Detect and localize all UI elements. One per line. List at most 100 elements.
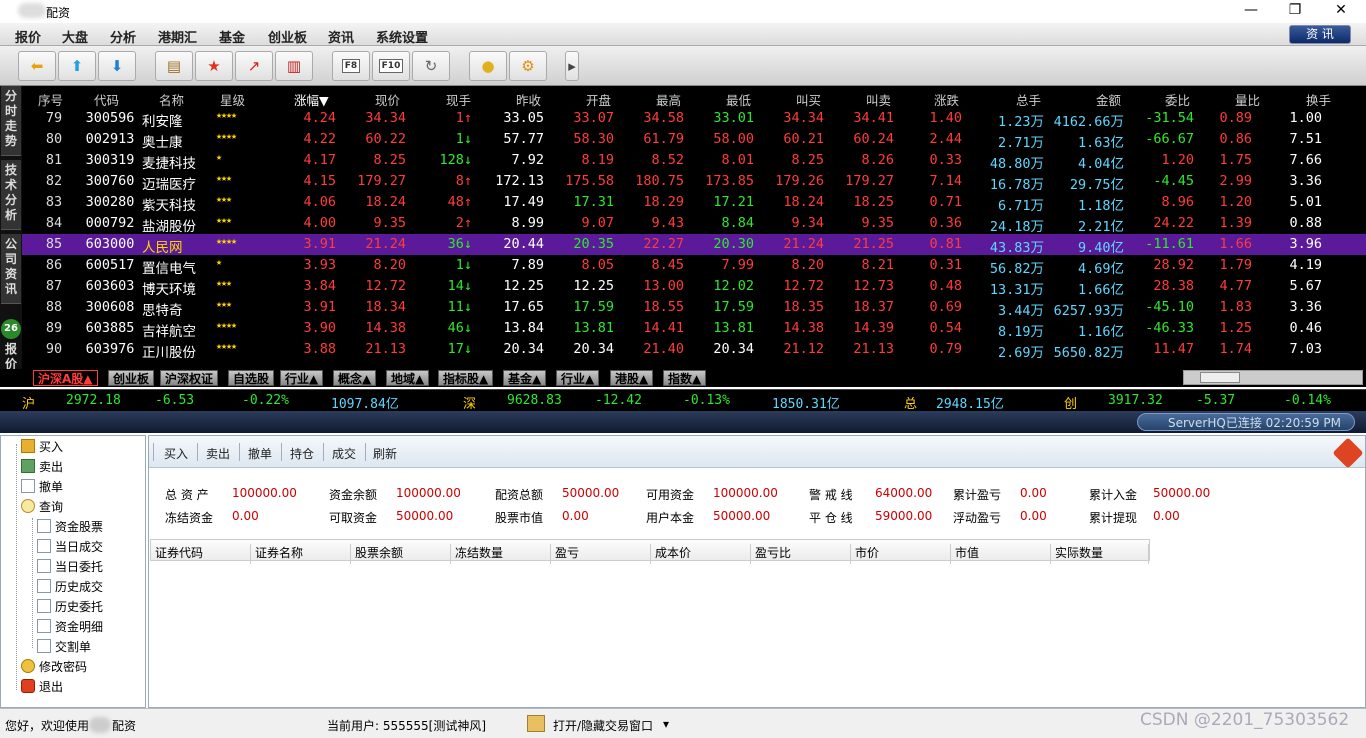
quote-row[interactable]: 90 603976 正川股份 ★★★★ 3.88 21.13 17↓ 20.34 20.34 21… bbox=[22, 339, 1366, 361]
toolbar-more-button[interactable]: ▸ bbox=[565, 51, 579, 81]
col-header[interactable]: 总手 bbox=[1016, 90, 1041, 109]
grid-col-header[interactable]: 股票余额 bbox=[351, 544, 451, 564]
grid-col-header[interactable]: 市值 bbox=[951, 544, 1051, 564]
col-header[interactable]: 叫卖 bbox=[866, 90, 891, 109]
scrollbar-thumb[interactable] bbox=[1200, 372, 1240, 383]
star-icon[interactable]: ★ bbox=[195, 51, 233, 81]
trend-chart-icon[interactable]: ↗ bbox=[235, 51, 273, 81]
market-tab[interactable]: 创业板 bbox=[108, 370, 155, 386]
tree-item[interactable]: 历史成交 bbox=[37, 578, 103, 597]
col-header[interactable]: 量比 bbox=[1235, 90, 1260, 109]
col-header[interactable]: 叫买 bbox=[796, 90, 821, 109]
arrow-left-icon[interactable]: ⬅ bbox=[18, 51, 56, 81]
grid-col-header[interactable]: 市价 bbox=[851, 544, 951, 564]
col-header[interactable]: 序号 bbox=[38, 90, 63, 109]
tree-item[interactable]: 交割单 bbox=[37, 638, 91, 657]
quote-row[interactable]: 84 000792 盐湖股份 ★★★ 4.00 9.35 2↑ 8.99 9.07 9.43 8.8… bbox=[22, 213, 1366, 235]
col-header[interactable]: 开盘 bbox=[586, 90, 611, 109]
market-tab[interactable]: 行业▲ bbox=[280, 370, 324, 386]
tree-item[interactable]: 退出 bbox=[21, 678, 63, 697]
f10-button[interactable]: F10 bbox=[372, 51, 410, 81]
market-tab[interactable]: 沪深权证 bbox=[160, 370, 219, 386]
tree-item[interactable]: 撤单 bbox=[21, 478, 63, 497]
notepad-icon[interactable]: ▤ bbox=[155, 51, 193, 81]
col-header[interactable]: 现手 bbox=[446, 90, 471, 109]
settings-icon[interactable]: ⚙ bbox=[509, 51, 547, 81]
grid-col-header[interactable]: 证券代码 bbox=[151, 544, 251, 564]
menu-hk-futures-fx[interactable]: 港期汇 bbox=[158, 27, 197, 46]
grid-col-header[interactable]: 实际数量 bbox=[1051, 544, 1149, 564]
side-nav-company-info[interactable]: 公司资讯 bbox=[1, 234, 21, 304]
market-tab[interactable]: 指数▲ bbox=[663, 370, 707, 386]
coin-icon[interactable]: ● bbox=[469, 51, 507, 81]
grid-col-header[interactable]: 盈亏比 bbox=[751, 544, 851, 564]
trade-position-button[interactable]: 持仓 bbox=[290, 445, 314, 462]
quote-row[interactable]: 87 603603 博天环境 ★★★ 3.84 12.72 14↓ 12.25 12.25 13.… bbox=[22, 276, 1366, 298]
quote-row[interactable]: 81 300319 麦捷科技 ★ 4.17 8.25 128↓ 7.92 8.19 8.52 8.0… bbox=[22, 150, 1366, 172]
side-nav-intraday[interactable]: 分时走势 bbox=[1, 86, 21, 156]
tree-item[interactable]: 历史委托 bbox=[37, 598, 103, 617]
trade-cancel-button[interactable]: 撤单 bbox=[248, 445, 272, 462]
col-header[interactable]: 现价 bbox=[375, 90, 400, 109]
col-header[interactable]: 金额 bbox=[1096, 90, 1121, 109]
grid-col-header[interactable]: 成本价 bbox=[651, 544, 751, 564]
market-tab[interactable]: 自选股 bbox=[228, 370, 275, 386]
refresh-icon[interactable]: ↻ bbox=[412, 51, 450, 81]
market-tab[interactable]: 港股▲ bbox=[610, 370, 654, 386]
col-header[interactable]: 名称 bbox=[159, 90, 184, 109]
col-header[interactable]: 涨跌 bbox=[934, 90, 959, 109]
market-tab[interactable]: 行业▲ bbox=[556, 370, 600, 386]
grid-col-header[interactable]: 盈亏 bbox=[551, 544, 651, 564]
chevron-down-icon[interactable]: ▾ bbox=[663, 717, 669, 731]
trade-deals-button[interactable]: 成交 bbox=[332, 445, 356, 462]
tree-item[interactable]: 资金明细 bbox=[37, 618, 103, 637]
col-header[interactable]: 代码 bbox=[94, 90, 119, 109]
menu-fund[interactable]: 基金 bbox=[219, 27, 245, 46]
grid-col-header[interactable]: 冻结数量 bbox=[451, 544, 551, 564]
tree-item[interactable]: 当日成交 bbox=[37, 538, 103, 557]
arrow-down-icon[interactable]: ⬇ bbox=[98, 51, 136, 81]
kline-chart-icon[interactable]: ▥ bbox=[275, 51, 313, 81]
col-header[interactable]: 最低 bbox=[726, 90, 751, 109]
horizontal-scrollbar[interactable] bbox=[1183, 370, 1363, 385]
market-tab[interactable]: 地域▲ bbox=[386, 370, 430, 386]
market-tab[interactable]: 指标股▲ bbox=[438, 370, 494, 386]
menu-news[interactable]: 资讯 bbox=[328, 27, 354, 46]
menu-quote[interactable]: 报价 bbox=[15, 27, 41, 46]
trade-refresh-button[interactable]: 刷新 bbox=[373, 445, 397, 462]
col-header[interactable]: 换手 bbox=[1306, 90, 1331, 109]
tree-item[interactable]: 当日委托 bbox=[37, 558, 103, 577]
arrow-up-icon[interactable]: ⬆ bbox=[58, 51, 96, 81]
tree-item[interactable]: 查询 bbox=[21, 498, 63, 517]
f8-button[interactable]: F8 bbox=[332, 51, 370, 81]
news-button[interactable]: 资 讯 bbox=[1289, 25, 1351, 44]
quote-row[interactable]: 82 300760 迈瑞医疗 ★★★ 4.15 179.27 8↑ 172.13 175.58 1… bbox=[22, 171, 1366, 193]
market-tab[interactable]: 基金▲ bbox=[503, 370, 547, 386]
toggle-trade-window-button[interactable]: 打开/隐藏交易窗口 bbox=[553, 717, 653, 734]
quote-row[interactable]: 88 300608 思特奇 ★★★ 3.91 18.34 11↓ 17.65 17.59 18.5… bbox=[22, 297, 1366, 319]
side-nav-quote[interactable]: 26 报价 bbox=[1, 316, 21, 376]
col-header[interactable]: 最高 bbox=[656, 90, 681, 109]
menu-analysis[interactable]: 分析 bbox=[110, 27, 136, 46]
quote-row[interactable]: 79 300596 利安隆 ★★★★ 4.24 34.34 1↑ 33.05 33.07 34.5… bbox=[22, 108, 1366, 130]
trade-sell-button[interactable]: 卖出 bbox=[206, 445, 230, 462]
col-header-sorted[interactable]: 涨幅▼ bbox=[294, 90, 329, 109]
side-nav-technical[interactable]: 技术分析 bbox=[1, 160, 21, 230]
close-button[interactable]: ✕ bbox=[1318, 0, 1364, 23]
market-tab[interactable]: 沪深A股▲ bbox=[33, 370, 98, 386]
menu-gem[interactable]: 创业板 bbox=[268, 27, 307, 46]
quote-row[interactable]: 83 300280 紫天科技 ★★★ 4.06 18.24 48↑ 17.49 17.31 18.… bbox=[22, 192, 1366, 214]
trade-buy-button[interactable]: 买入 bbox=[164, 445, 188, 462]
restore-button[interactable]: ❐ bbox=[1272, 0, 1318, 23]
tree-item[interactable]: 卖出 bbox=[21, 458, 63, 477]
menu-market[interactable]: 大盘 bbox=[62, 27, 88, 46]
col-header[interactable]: 星级 bbox=[220, 90, 245, 109]
tree-item[interactable]: 买入 bbox=[21, 438, 63, 457]
quote-row[interactable]: 85 603000 人民网 ★★★★ 3.91 21.24 36↓ 20.44 20.35 22.… bbox=[22, 234, 1366, 256]
minimize-button[interactable]: — bbox=[1228, 0, 1274, 23]
quote-row[interactable]: 86 600517 置信电气 ★ 3.93 8.20 1↓ 7.89 8.05 8.45 7.99 8… bbox=[22, 255, 1366, 277]
grid-col-header[interactable]: 证券名称 bbox=[251, 544, 351, 564]
col-header[interactable]: 委比 bbox=[1165, 90, 1190, 109]
tree-item[interactable]: 修改密码 bbox=[21, 658, 87, 677]
menu-settings[interactable]: 系统设置 bbox=[376, 27, 428, 46]
